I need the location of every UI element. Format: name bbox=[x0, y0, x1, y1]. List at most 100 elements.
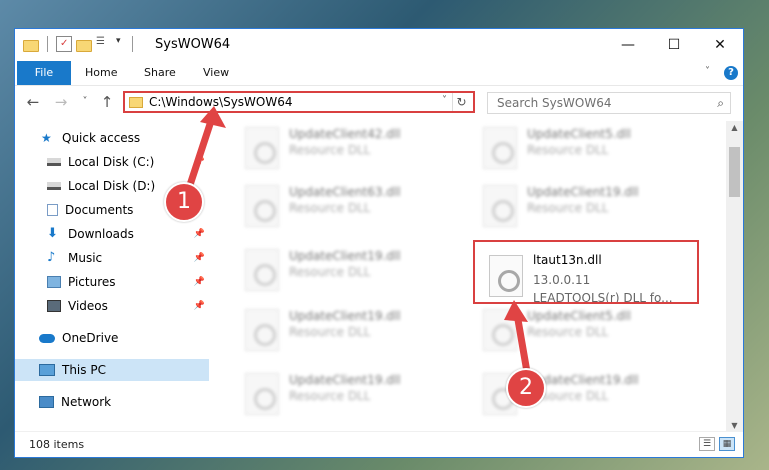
sidebar-item-videos[interactable]: Videos 📌 bbox=[15, 295, 209, 317]
pin-icon[interactable]: 📌 bbox=[194, 301, 205, 311]
list-item[interactable]: UpdateClient63.dll Resource DLL bbox=[233, 179, 453, 231]
ribbon-tabs: File Home Share View ˅ ? bbox=[15, 61, 743, 113]
file-name: UpdateClient5.dll bbox=[527, 127, 631, 141]
up-button[interactable]: ↑ bbox=[97, 93, 117, 111]
file-type: Resource DLL bbox=[289, 143, 371, 157]
list-item[interactable]: UpdateClient5.dll Resource DLL bbox=[471, 303, 691, 355]
sidebar-item-label: Pictures bbox=[68, 275, 116, 289]
recent-locations-button[interactable]: ˅ bbox=[75, 96, 95, 107]
divider bbox=[132, 36, 133, 52]
new-folder-icon[interactable] bbox=[76, 39, 92, 52]
sidebar-item-label: Documents bbox=[65, 203, 134, 217]
sidebar-item-network[interactable]: Network bbox=[15, 391, 209, 413]
back-button[interactable]: ← bbox=[23, 93, 43, 111]
dll-file-icon bbox=[245, 249, 279, 291]
file-type: Resource DLL bbox=[289, 389, 371, 403]
callout-badge: 2 bbox=[506, 368, 546, 408]
sidebar-item-label: OneDrive bbox=[62, 331, 119, 345]
scroll-up-icon[interactable]: ▲ bbox=[726, 121, 743, 135]
tab-home[interactable]: Home bbox=[71, 61, 131, 85]
pin-icon[interactable]: 📌 bbox=[194, 253, 205, 263]
address-path[interactable]: C:\Windows\SysWOW64 bbox=[149, 95, 293, 109]
dll-file-icon bbox=[245, 185, 279, 227]
sidebar-item-label: Videos bbox=[68, 299, 108, 313]
chevron-down-icon[interactable]: ˅ bbox=[442, 95, 447, 106]
videos-icon bbox=[47, 300, 61, 312]
dll-file-icon bbox=[483, 309, 517, 351]
search-icon: ⌕ bbox=[717, 96, 724, 110]
scrollbar-thumb[interactable] bbox=[729, 147, 740, 197]
refresh-icon[interactable]: ↻ bbox=[452, 93, 470, 111]
large-icons-view-icon[interactable]: ▦ bbox=[719, 437, 735, 451]
sidebar-item-label: Quick access bbox=[62, 131, 141, 145]
sidebar-item-label: Local Disk (C:) bbox=[68, 155, 155, 169]
minimize-button[interactable]: — bbox=[605, 29, 651, 61]
dropdown-icon[interactable]: ▾ bbox=[116, 36, 124, 52]
cloud-icon bbox=[39, 333, 55, 343]
music-icon: ♪ bbox=[47, 250, 56, 265]
maximize-button[interactable]: ☐ bbox=[651, 29, 697, 61]
sidebar-item-label: Music bbox=[68, 251, 103, 265]
sidebar-item-this-pc[interactable]: This PC bbox=[15, 359, 209, 381]
download-icon: ⬇ bbox=[47, 226, 58, 241]
selected-file-highlight bbox=[473, 240, 699, 304]
file-name: UpdateClient19.dll bbox=[527, 185, 639, 199]
sidebar-item-label: Local Disk (D:) bbox=[68, 179, 156, 193]
customize-icon[interactable]: ☰ bbox=[96, 36, 112, 52]
navigation-bar: ← → ˅ ↑ C:\Windows\SysWOW64 ˅ ↻ Search S… bbox=[15, 85, 743, 119]
sidebar-item-quick-access[interactable]: ★ Quick access bbox=[15, 127, 209, 149]
search-input[interactable]: Search SysWOW64 ⌕ bbox=[487, 92, 731, 114]
pictures-icon bbox=[47, 276, 61, 288]
list-item[interactable]: UpdateClient19.dll Resource DLL bbox=[233, 243, 453, 295]
help-icon[interactable]: ? bbox=[724, 66, 738, 80]
sidebar-item-onedrive[interactable]: OneDrive bbox=[15, 327, 209, 349]
folder-icon bbox=[129, 97, 143, 108]
sidebar-item-label: Network bbox=[61, 395, 112, 409]
dll-file-icon bbox=[245, 309, 279, 351]
tab-view[interactable]: View bbox=[189, 61, 243, 85]
folder-icon bbox=[23, 39, 39, 52]
list-item[interactable]: UpdateClient19.dll Resource DLL bbox=[471, 179, 691, 231]
file-type: Resource DLL bbox=[289, 201, 371, 215]
sidebar-item-pictures[interactable]: Pictures 📌 bbox=[15, 271, 209, 293]
navigation-pane: ★ Quick access Local Disk (C:) 📌 Local D… bbox=[15, 121, 209, 429]
properties-icon[interactable]: ✓ bbox=[56, 36, 72, 52]
sidebar-item-music[interactable]: ♪ Music 📌 bbox=[15, 247, 209, 269]
list-item[interactable]: UpdateClient5.dll Resource DLL bbox=[471, 121, 691, 173]
pin-icon[interactable]: 📌 bbox=[194, 277, 205, 287]
item-count: 108 items bbox=[29, 438, 85, 451]
list-item[interactable]: UpdateClient19.dll Resource DLL bbox=[233, 303, 453, 355]
drive-icon bbox=[47, 158, 61, 166]
list-item[interactable]: UpdateClient42.dll Resource DLL bbox=[233, 121, 453, 173]
window-title: SysWOW64 bbox=[155, 37, 231, 52]
pin-icon[interactable]: 📌 bbox=[194, 157, 205, 167]
file-type: Resource DLL bbox=[289, 325, 371, 339]
list-item[interactable]: UpdateClient19.dll Resource DLL bbox=[471, 367, 691, 419]
details-view-icon[interactable]: ☰ bbox=[699, 437, 715, 451]
divider bbox=[47, 36, 48, 52]
callout-badge: 1 bbox=[164, 182, 204, 222]
file-name: UpdateClient19.dll bbox=[289, 249, 401, 263]
file-name: UpdateClient63.dll bbox=[289, 185, 401, 199]
list-item[interactable]: UpdateClient19.dll Resource DLL bbox=[233, 367, 453, 419]
sidebar-item-label: Downloads bbox=[68, 227, 134, 241]
tab-share[interactable]: Share bbox=[130, 61, 190, 85]
file-type: Resource DLL bbox=[527, 143, 609, 157]
close-button[interactable]: ✕ bbox=[697, 29, 743, 61]
expand-ribbon-icon[interactable]: ˅ bbox=[705, 66, 710, 77]
pin-icon[interactable]: 📌 bbox=[194, 229, 205, 239]
file-type: Resource DLL bbox=[289, 265, 371, 279]
network-icon bbox=[39, 396, 54, 408]
file-name: UpdateClient19.dll bbox=[289, 373, 401, 387]
sidebar-item-local-disk-c[interactable]: Local Disk (C:) 📌 bbox=[15, 151, 209, 173]
file-name: UpdateClient5.dll bbox=[527, 309, 631, 323]
search-placeholder: Search SysWOW64 bbox=[497, 96, 612, 110]
address-bar[interactable]: C:\Windows\SysWOW64 ˅ ↻ bbox=[123, 91, 475, 113]
vertical-scrollbar[interactable]: ▲ ▼ bbox=[726, 121, 743, 433]
status-bar: 108 items ☰ ▦ bbox=[15, 431, 743, 457]
file-type: Resource DLL bbox=[527, 325, 609, 339]
forward-button[interactable]: → bbox=[51, 93, 71, 111]
sidebar-item-downloads[interactable]: ⬇ Downloads 📌 bbox=[15, 223, 209, 245]
dll-file-icon bbox=[483, 127, 517, 169]
file-type: Resource DLL bbox=[527, 201, 609, 215]
